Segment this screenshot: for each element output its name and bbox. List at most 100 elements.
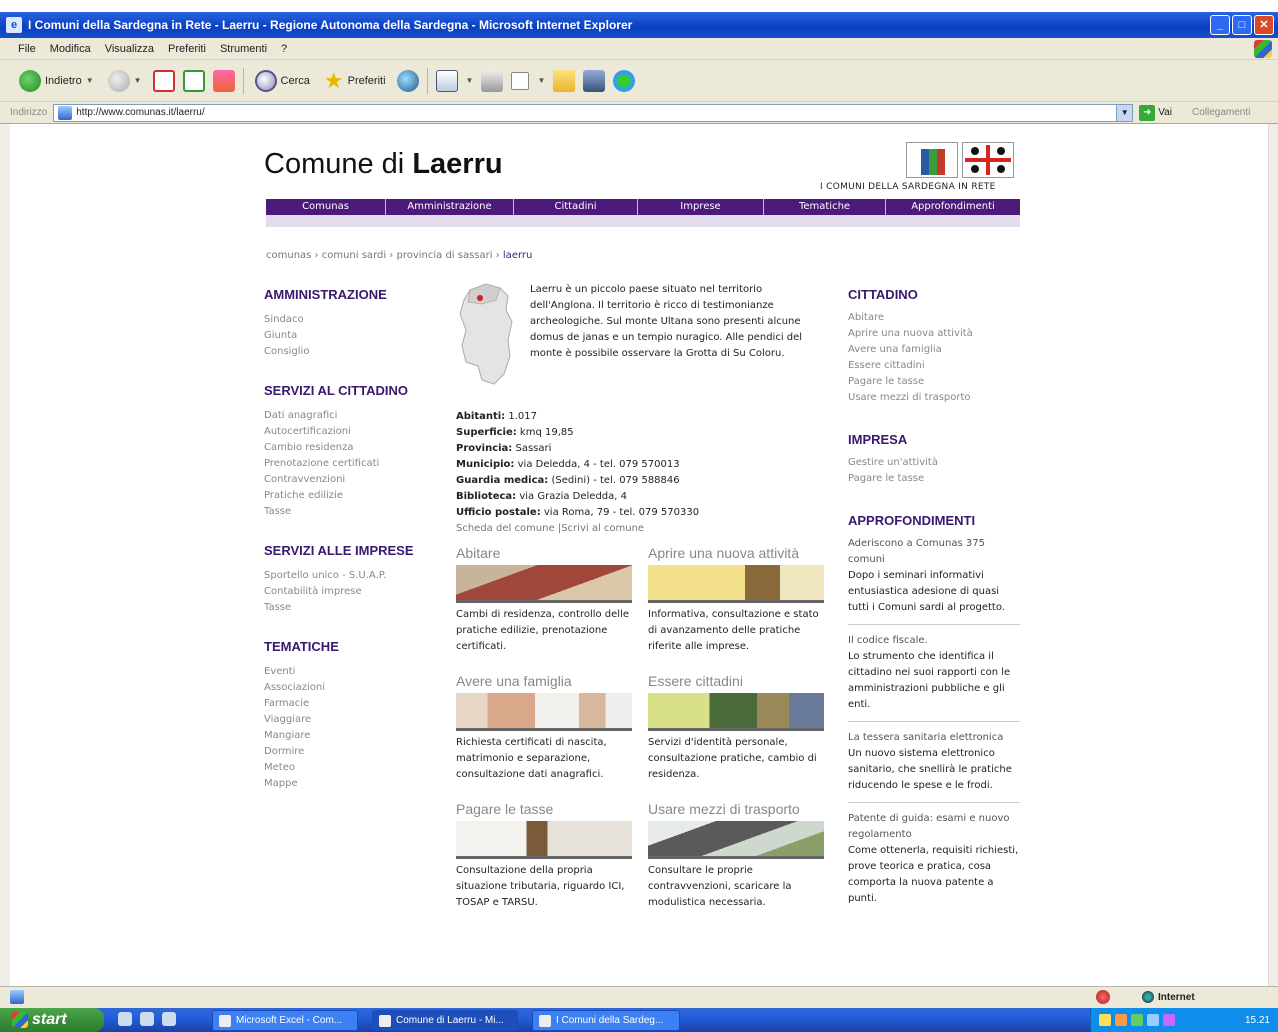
link-gestire-attivita[interactable]: Gestire un'attività <box>848 455 1020 471</box>
link-associazioni[interactable]: Associazioni <box>264 680 325 696</box>
link-prenotazione-certificati[interactable]: Prenotazione certificati <box>264 456 379 472</box>
close-button[interactable]: ✕ <box>1254 15 1274 35</box>
clock[interactable]: 15.21 <box>1245 1015 1270 1026</box>
link-contabilita-imprese[interactable]: Contabilità imprese <box>264 584 386 600</box>
address-input[interactable]: http://www.comunas.it/laerru/ ▼ <box>53 103 1134 122</box>
link-sportello-unico[interactable]: Sportello unico - S.U.A.P. <box>264 568 386 584</box>
link-tasse[interactable]: Tasse <box>264 504 379 520</box>
search-button[interactable]: Cerca <box>252 66 313 96</box>
task-ie-comuni[interactable]: I Comuni della Sardeg... <box>532 1010 680 1031</box>
nav-imprese[interactable]: Imprese <box>638 199 764 215</box>
link-usare-mezzi[interactable]: Usare mezzi di trasporto <box>848 390 1020 406</box>
link-sindaco[interactable]: Sindaco <box>264 312 309 328</box>
card-abitare[interactable]: Abitare Cambi di residenza, controllo de… <box>456 545 634 655</box>
menu-modifica[interactable]: Modifica <box>50 43 91 55</box>
link-autocertificazioni[interactable]: Autocertificazioni <box>264 424 379 440</box>
link-aprire-attivita[interactable]: Aprire una nuova attività <box>848 326 1020 342</box>
media-quicklaunch-icon[interactable] <box>162 1012 176 1026</box>
card-pagare-tasse[interactable]: Pagare le tasse Consultazione della prop… <box>456 801 634 911</box>
go-button[interactable]: ➜ Vai <box>1139 104 1172 121</box>
forward-button[interactable]: ▼ <box>105 66 145 96</box>
menu-file[interactable]: File <box>18 43 36 55</box>
menu-strumenti[interactable]: Strumenti <box>220 43 267 55</box>
stop-icon[interactable] <box>152 69 175 92</box>
link-mappe[interactable]: Mappe <box>264 776 325 792</box>
card-title[interactable]: Aprire una nuova attività <box>648 545 826 563</box>
breadcrumb-comuni-sardi[interactable]: comuni sardi <box>322 250 386 261</box>
link-pagare-tasse-impresa[interactable]: Pagare le tasse <box>848 471 1020 487</box>
card-mezzi-trasporto[interactable]: Usare mezzi di trasporto Consultare le p… <box>648 801 826 911</box>
nav-amministrazione[interactable]: Amministrazione <box>386 199 514 215</box>
edit-word-icon[interactable] <box>511 71 530 90</box>
messenger-icon[interactable] <box>613 69 636 92</box>
home-icon[interactable] <box>212 69 235 92</box>
link-farmacie[interactable]: Farmacie <box>264 696 325 712</box>
print-icon[interactable] <box>481 69 504 92</box>
card-image-business[interactable] <box>648 565 824 603</box>
link-abitare[interactable]: Abitare <box>848 310 1020 326</box>
nav-approfondimenti[interactable]: Approfondimenti <box>886 199 1020 215</box>
news-title[interactable]: Patente di guida: esami e nuovo regolame… <box>848 811 1020 843</box>
link-dati-anagrafici[interactable]: Dati anagrafici <box>264 408 379 424</box>
card-title[interactable]: Pagare le tasse <box>456 801 634 819</box>
card-title[interactable]: Essere cittadini <box>648 673 826 691</box>
back-button[interactable]: Indietro ▼ <box>16 66 97 96</box>
refresh-icon[interactable] <box>182 69 205 92</box>
task-ie-laerru[interactable]: Comune di Laerru - Mi... <box>372 1010 518 1031</box>
link-pagare-tasse[interactable]: Pagare le tasse <box>848 374 1020 390</box>
news-item[interactable]: Patente di guida: esami e nuovo regolame… <box>848 811 1020 907</box>
window-titlebar[interactable]: e I Comuni della Sardegna in Rete - Laer… <box>0 12 1278 38</box>
links-button[interactable]: Collegamenti <box>1192 107 1250 118</box>
tray-icon[interactable] <box>1131 1014 1143 1026</box>
news-item[interactable]: Il codice fiscale. Lo strumento che iden… <box>848 633 1020 713</box>
chevron-down-icon[interactable]: ▼ <box>1116 104 1133 121</box>
start-button[interactable]: start <box>0 1008 104 1032</box>
breadcrumb-comunas[interactable]: comunas <box>266 250 311 261</box>
news-item[interactable]: La tessera sanitaria elettronica Un nuov… <box>848 730 1020 794</box>
card-essere-cittadini[interactable]: Essere cittadini Servizi d'identità pers… <box>648 673 826 783</box>
link-giunta[interactable]: Giunta <box>264 328 309 344</box>
privacy-icon[interactable] <box>1096 990 1110 1004</box>
media-icon[interactable] <box>396 69 419 92</box>
chevron-down-icon[interactable]: ▼ <box>537 76 545 85</box>
card-avere-famiglia[interactable]: Avere una famiglia Richiesta certificati… <box>456 673 634 783</box>
news-item[interactable]: Aderiscono a Comunas 375 comuni Dopo i s… <box>848 536 1020 616</box>
breadcrumb-provincia[interactable]: provincia di sassari <box>396 250 492 261</box>
card-aprire-attivita[interactable]: Aprire una nuova attività Informativa, c… <box>648 545 826 655</box>
card-image-transport[interactable] <box>648 821 824 859</box>
nav-cittadini[interactable]: Cittadini <box>514 199 638 215</box>
nav-tematiche[interactable]: Tematiche <box>764 199 886 215</box>
card-image-family[interactable] <box>456 693 632 731</box>
link-consiglio[interactable]: Consiglio <box>264 344 309 360</box>
card-image-rooftops[interactable] <box>456 565 632 603</box>
scrivi-comune-link[interactable]: Scrivi al comune <box>561 523 644 534</box>
tray-icon[interactable] <box>1099 1014 1111 1026</box>
link-eventi[interactable]: Eventi <box>264 664 325 680</box>
card-image-citizens[interactable] <box>648 693 824 731</box>
regione-sardegna-logo[interactable] <box>906 142 958 178</box>
news-title[interactable]: La tessera sanitaria elettronica <box>848 730 1020 746</box>
scheda-comune-link[interactable]: Scheda del comune <box>456 523 555 534</box>
breadcrumb-current[interactable]: laerru <box>503 250 532 261</box>
link-mangiare[interactable]: Mangiare <box>264 728 325 744</box>
maximize-button[interactable]: □ <box>1232 15 1252 35</box>
card-title[interactable]: Usare mezzi di trasporto <box>648 801 826 819</box>
card-title[interactable]: Abitare <box>456 545 634 563</box>
link-viaggiare[interactable]: Viaggiare <box>264 712 325 728</box>
news-title[interactable]: Aderiscono a Comunas 375 comuni <box>848 536 1020 568</box>
card-title[interactable]: Avere una famiglia <box>456 673 634 691</box>
tray-icon[interactable] <box>1115 1014 1127 1026</box>
menu-visualizza[interactable]: Visualizza <box>105 43 154 55</box>
chevron-down-icon[interactable]: ▼ <box>86 76 94 85</box>
menu-preferiti[interactable]: Preferiti <box>168 43 206 55</box>
show-desktop-icon[interactable] <box>118 1012 132 1026</box>
address-url[interactable]: http://www.comunas.it/laerru/ <box>76 107 204 118</box>
tray-icon[interactable] <box>1147 1014 1159 1026</box>
card-image-taxes[interactable] <box>456 821 632 859</box>
quattro-mori-logo[interactable] <box>962 142 1014 178</box>
link-tasse-imprese[interactable]: Tasse <box>264 600 386 616</box>
news-title[interactable]: Il codice fiscale. <box>848 633 1020 649</box>
vertical-scrollbar[interactable] <box>1268 124 1278 986</box>
nav-comunas[interactable]: Comunas <box>266 199 386 215</box>
tray-icon[interactable] <box>1163 1014 1175 1026</box>
